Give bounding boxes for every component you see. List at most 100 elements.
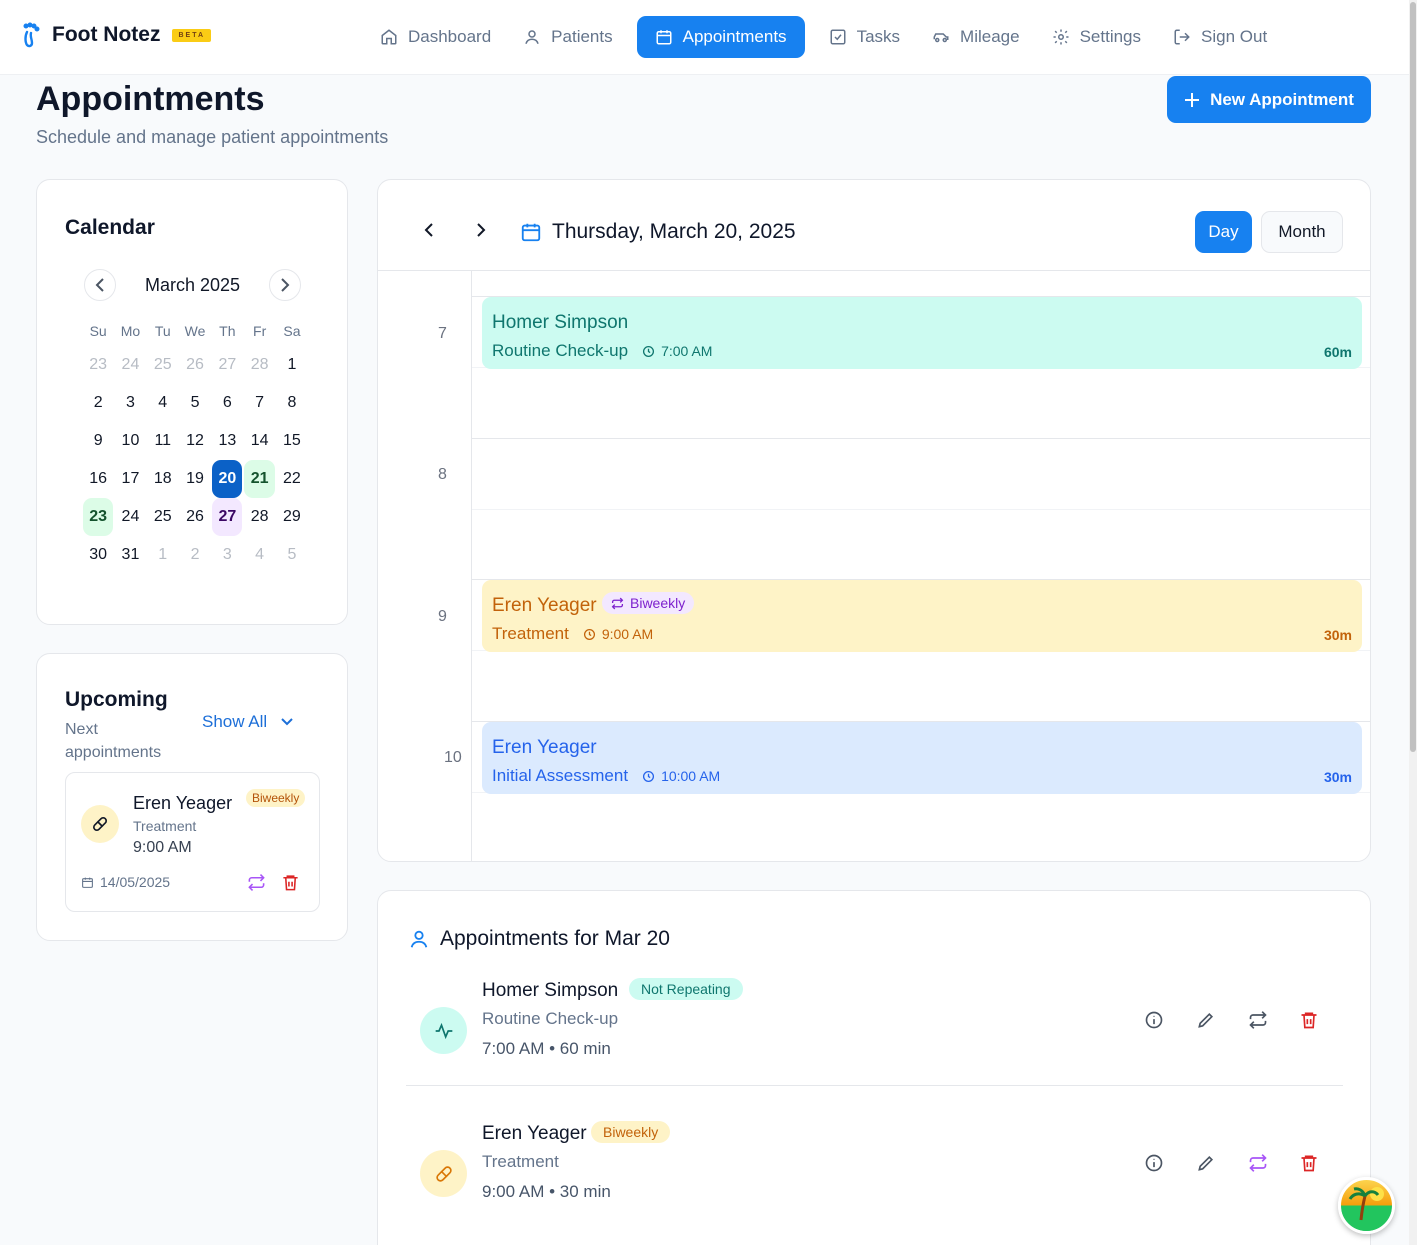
calendar-day[interactable]: 28 bbox=[244, 498, 274, 536]
repeat-icon bbox=[1249, 1154, 1267, 1172]
list-title: Appointments for Mar 20 bbox=[440, 927, 670, 950]
nav-appointments[interactable]: Appointments bbox=[636, 16, 805, 58]
beach-avatar-icon bbox=[1341, 1187, 1392, 1231]
calendar-day[interactable]: 12 bbox=[180, 422, 210, 460]
chevron-right-icon bbox=[477, 223, 486, 237]
calendar-day[interactable]: 26 bbox=[180, 498, 210, 536]
calendar-day[interactable]: 28 bbox=[244, 346, 274, 384]
calendar-day[interactable]: 27 bbox=[212, 346, 242, 384]
calendar-day[interactable]: 4 bbox=[244, 536, 274, 574]
calendar-day[interactable]: 9 bbox=[83, 422, 113, 460]
calendar-title: Calendar bbox=[65, 216, 155, 239]
delete-button[interactable] bbox=[281, 873, 300, 892]
user-avatar[interactable] bbox=[1338, 1177, 1395, 1234]
foot-logo-icon bbox=[20, 22, 42, 48]
repeat-icon bbox=[1249, 1011, 1267, 1029]
nav-tasks[interactable]: Tasks bbox=[815, 16, 914, 58]
calendar-day[interactable]: 5 bbox=[180, 384, 210, 422]
hour-label: 8 bbox=[438, 466, 447, 483]
appointment-event[interactable]: Homer Simpson Routine Check-up 7:00 AM 6… bbox=[482, 297, 1362, 369]
appointment-row[interactable]: Homer Simpson Not Repeating Routine Chec… bbox=[406, 978, 1343, 1123]
prev-day-button[interactable] bbox=[424, 222, 434, 238]
weekday-label: Mo bbox=[120, 323, 141, 339]
calendar-day[interactable]: 10 bbox=[115, 422, 145, 460]
calendar-day[interactable]: 8 bbox=[277, 384, 307, 422]
new-appointment-button[interactable]: New Appointment bbox=[1167, 76, 1371, 123]
calendar-day-has-appointment[interactable]: 23 bbox=[83, 498, 114, 536]
trash-icon bbox=[1301, 1155, 1317, 1172]
reschedule-button[interactable] bbox=[1248, 1010, 1268, 1030]
trash-icon bbox=[1301, 1012, 1317, 1029]
calendar-day[interactable]: 24 bbox=[115, 346, 145, 384]
event-time-text: 7:00 AM bbox=[661, 343, 713, 359]
calendar-day[interactable]: 31 bbox=[115, 536, 145, 574]
calendar-day[interactable]: 4 bbox=[148, 384, 178, 422]
nav-settings[interactable]: Settings bbox=[1038, 16, 1155, 58]
prev-month-button[interactable] bbox=[84, 269, 116, 301]
nav-dashboard[interactable]: Dashboard bbox=[366, 16, 505, 58]
calendar-day[interactable]: 15 bbox=[277, 422, 307, 460]
calendar-day[interactable]: 13 bbox=[212, 422, 242, 460]
upcoming-appointment-card[interactable]: Eren Yeager Biweekly Treatment 9:00 AM 1… bbox=[65, 772, 320, 912]
nav-mileage[interactable]: Mileage bbox=[918, 16, 1034, 58]
beta-badge: BETA bbox=[172, 28, 212, 42]
hour-label: 9 bbox=[438, 608, 447, 625]
reschedule-button[interactable] bbox=[247, 873, 266, 892]
month-view-button[interactable]: Month bbox=[1261, 211, 1343, 253]
info-button[interactable] bbox=[1144, 1153, 1164, 1173]
reschedule-button[interactable] bbox=[1248, 1153, 1268, 1173]
day-view-button[interactable]: Day bbox=[1195, 211, 1252, 253]
calendar-day[interactable]: 11 bbox=[148, 422, 178, 460]
calendar-day[interactable]: 5 bbox=[277, 536, 307, 574]
top-navbar: Foot Notez BETA Dashboard Patients Appoi… bbox=[0, 0, 1417, 75]
calendar-day[interactable]: 26 bbox=[180, 346, 210, 384]
edit-button[interactable] bbox=[1196, 1153, 1216, 1173]
calendar-day[interactable]: 14 bbox=[244, 422, 274, 460]
info-button[interactable] bbox=[1144, 1010, 1164, 1030]
delete-button[interactable] bbox=[1299, 1010, 1319, 1030]
calendar-day[interactable]: 7 bbox=[244, 384, 274, 422]
brand[interactable]: Foot Notez BETA bbox=[20, 22, 212, 48]
calendar-day[interactable]: 24 bbox=[115, 498, 145, 536]
event-badge-text: Biweekly bbox=[630, 595, 686, 611]
calendar-day[interactable]: 1 bbox=[277, 346, 307, 384]
hour-line bbox=[472, 438, 1370, 439]
calendar-day[interactable]: 22 bbox=[277, 460, 307, 498]
calendar-day[interactable]: 16 bbox=[83, 460, 113, 498]
appointment-event[interactable]: Eren Yeager Initial Assessment 10:00 AM … bbox=[482, 722, 1362, 794]
next-month-button[interactable] bbox=[269, 269, 301, 301]
chevron-left-icon bbox=[424, 223, 433, 237]
calendar-day[interactable]: 25 bbox=[148, 498, 178, 536]
calendar-day-selected[interactable]: 20 bbox=[212, 460, 243, 498]
calendar-day-has-appointment[interactable]: 27 bbox=[212, 498, 243, 536]
calendar-day[interactable]: 25 bbox=[148, 346, 178, 384]
calendar-day[interactable]: 3 bbox=[212, 536, 242, 574]
calendar-day[interactable]: 6 bbox=[212, 384, 242, 422]
calendar-icon bbox=[656, 30, 672, 45]
event-details: Treatment 9:00 AM bbox=[492, 624, 653, 644]
calendar-day[interactable]: 30 bbox=[83, 536, 113, 574]
calendar-day-has-appointment[interactable]: 21 bbox=[244, 460, 275, 498]
calendar-day[interactable]: 2 bbox=[83, 384, 113, 422]
calendar-day[interactable]: 2 bbox=[180, 536, 210, 574]
appointment-event[interactable]: Eren Yeager Biweekly Treatment 9:00 AM 3… bbox=[482, 580, 1362, 652]
appointment-row[interactable]: Eren Yeager Biweekly Treatment 9:00 AM •… bbox=[406, 1121, 1343, 1245]
nav-sign-out[interactable]: Sign Out bbox=[1159, 16, 1281, 58]
calendar-day[interactable]: 1 bbox=[148, 536, 178, 574]
calendar-day[interactable]: 23 bbox=[83, 346, 113, 384]
weekday-label: Fr bbox=[253, 323, 267, 339]
calendar-day[interactable]: 29 bbox=[277, 498, 307, 536]
show-all-toggle[interactable]: Show All bbox=[202, 712, 293, 732]
scrollbar-thumb[interactable] bbox=[1410, 2, 1416, 752]
calendar-day[interactable]: 19 bbox=[180, 460, 210, 498]
calendar-day[interactable]: 18 bbox=[148, 460, 178, 498]
weekday-label: Tu bbox=[154, 323, 171, 339]
next-day-button[interactable] bbox=[476, 222, 486, 238]
nav-patients[interactable]: Patients bbox=[509, 16, 626, 58]
event-details: Routine Check-up 7:00 AM bbox=[492, 341, 712, 361]
calendar-day[interactable]: 17 bbox=[115, 460, 145, 498]
delete-button[interactable] bbox=[1299, 1153, 1319, 1173]
edit-button[interactable] bbox=[1196, 1010, 1216, 1030]
event-patient-name: Homer Simpson bbox=[492, 312, 629, 333]
calendar-day[interactable]: 3 bbox=[115, 384, 145, 422]
